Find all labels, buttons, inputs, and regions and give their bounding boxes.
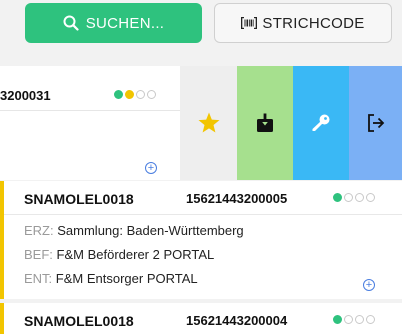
status-indicator [333,315,375,324]
status-dot [366,193,375,202]
key-action[interactable] [293,66,349,180]
bef-value: F&M Beförderer 2 PORTAL [56,247,215,262]
ent-value: F&M Entsorger PORTAL [55,271,198,286]
status-dot [355,315,364,324]
bef-line: BEF: F&M Beförderer 2 PORTAL [24,247,214,262]
ent-label: ENT: [24,271,53,286]
erz-value: Sammlung: Baden-Württemberg [57,223,244,238]
item-code: SNAMOLEL0018 [24,313,134,329]
status-dot [344,315,353,324]
barcode-button-label: STRICHCODE [262,14,365,32]
ent-line: ENT: F&M Entsorger PORTAL [24,271,198,286]
key-icon [312,114,330,131]
list-item[interactable]: SNAMOLEL0018 15621443200004 [0,303,402,334]
erz-label: ERZ: [24,223,54,238]
star-icon [198,112,219,133]
status-dot [136,90,145,99]
status-indicator [114,90,156,99]
search-icon [63,15,79,31]
search-button[interactable]: SUCHEN... [25,3,202,43]
screen: SUCHEN... STRICHCODE 3200031 + SNAMOLEL0… [0,0,402,334]
status-dot [366,315,375,324]
logout-icon [367,114,384,132]
status-dot [344,193,353,202]
item-number: 15621443200005 [186,191,288,206]
bef-label: BEF: [24,247,53,262]
status-dot [333,193,342,202]
favorite-action[interactable] [180,66,237,180]
card-header: SNAMOLEL0018 15621443200004 [4,303,402,334]
status-dot [125,90,134,99]
divider [0,110,180,111]
barcode-icon [241,17,258,29]
list-item[interactable]: SNAMOLEL0018 15621443200005 ERZ: Sammlun… [0,181,402,299]
swiped-list-item[interactable]: 3200031 + [0,66,402,180]
erz-line: ERZ: Sammlung: Baden-Württemberg [24,223,244,238]
item-code: SNAMOLEL0018 [24,191,134,207]
card-header: SNAMOLEL0018 15621443200005 [4,181,402,215]
item-number: 15621443200004 [186,313,288,328]
barcode-button[interactable]: STRICHCODE [214,3,392,43]
status-dot [147,90,156,99]
status-dot [333,315,342,324]
status-dot [355,193,364,202]
download-action[interactable] [237,66,293,180]
download-icon [257,113,273,132]
swiped-item-card[interactable]: 3200031 + [0,66,180,180]
add-icon[interactable]: + [363,279,375,291]
logout-action[interactable] [349,66,402,180]
status-indicator [333,193,375,202]
item-number: 3200031 [0,88,51,103]
status-dot [114,90,123,99]
add-icon[interactable]: + [145,162,157,174]
search-button-label: SUCHEN... [85,14,165,32]
top-toolbar: SUCHEN... STRICHCODE [0,0,402,56]
